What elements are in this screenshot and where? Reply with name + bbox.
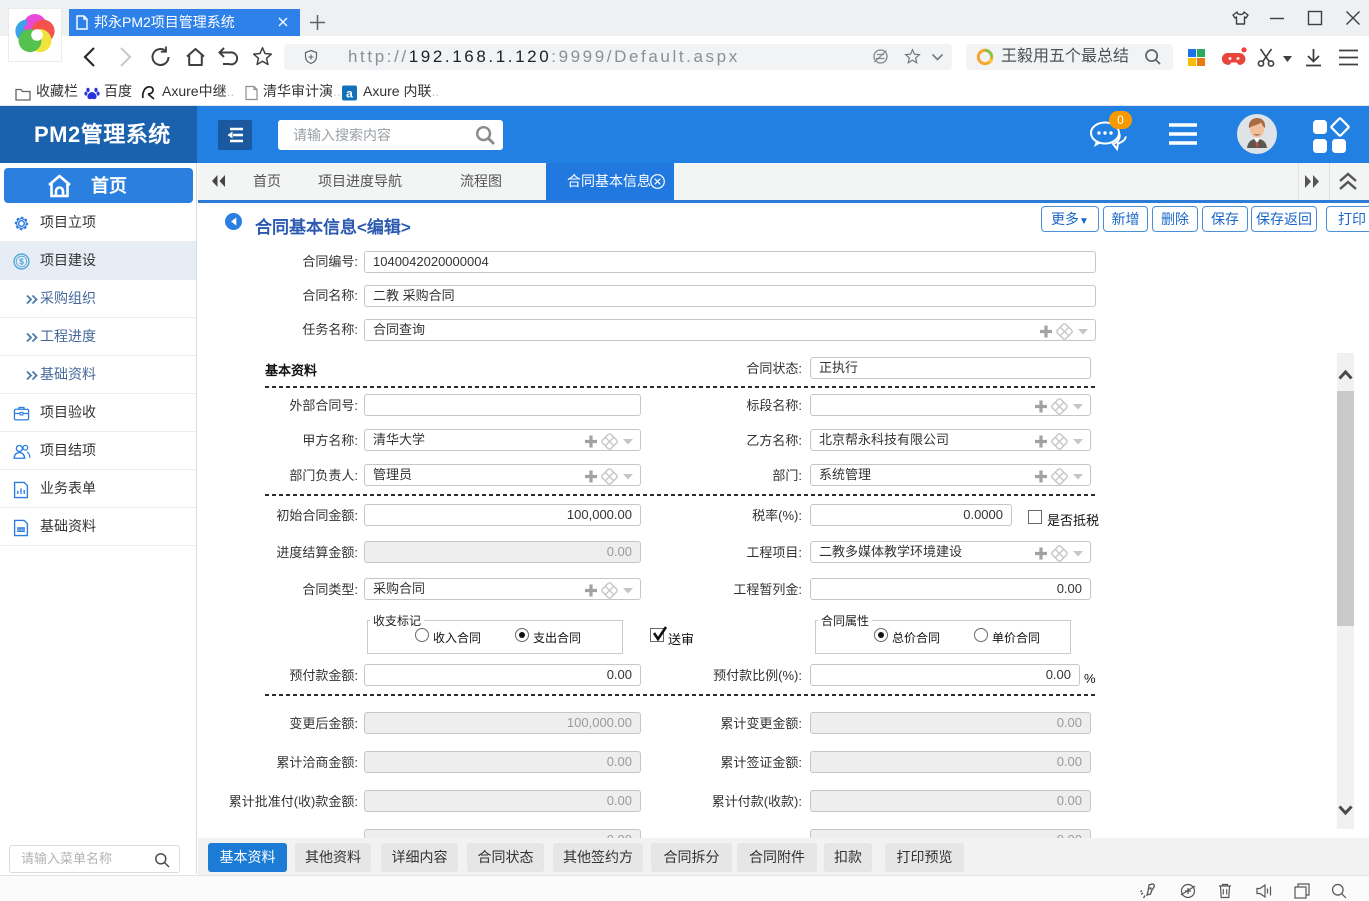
svg-text:$: $ (19, 257, 24, 267)
svg-text:a: a (346, 87, 353, 101)
svg-text:0101: 0101 (17, 528, 25, 532)
